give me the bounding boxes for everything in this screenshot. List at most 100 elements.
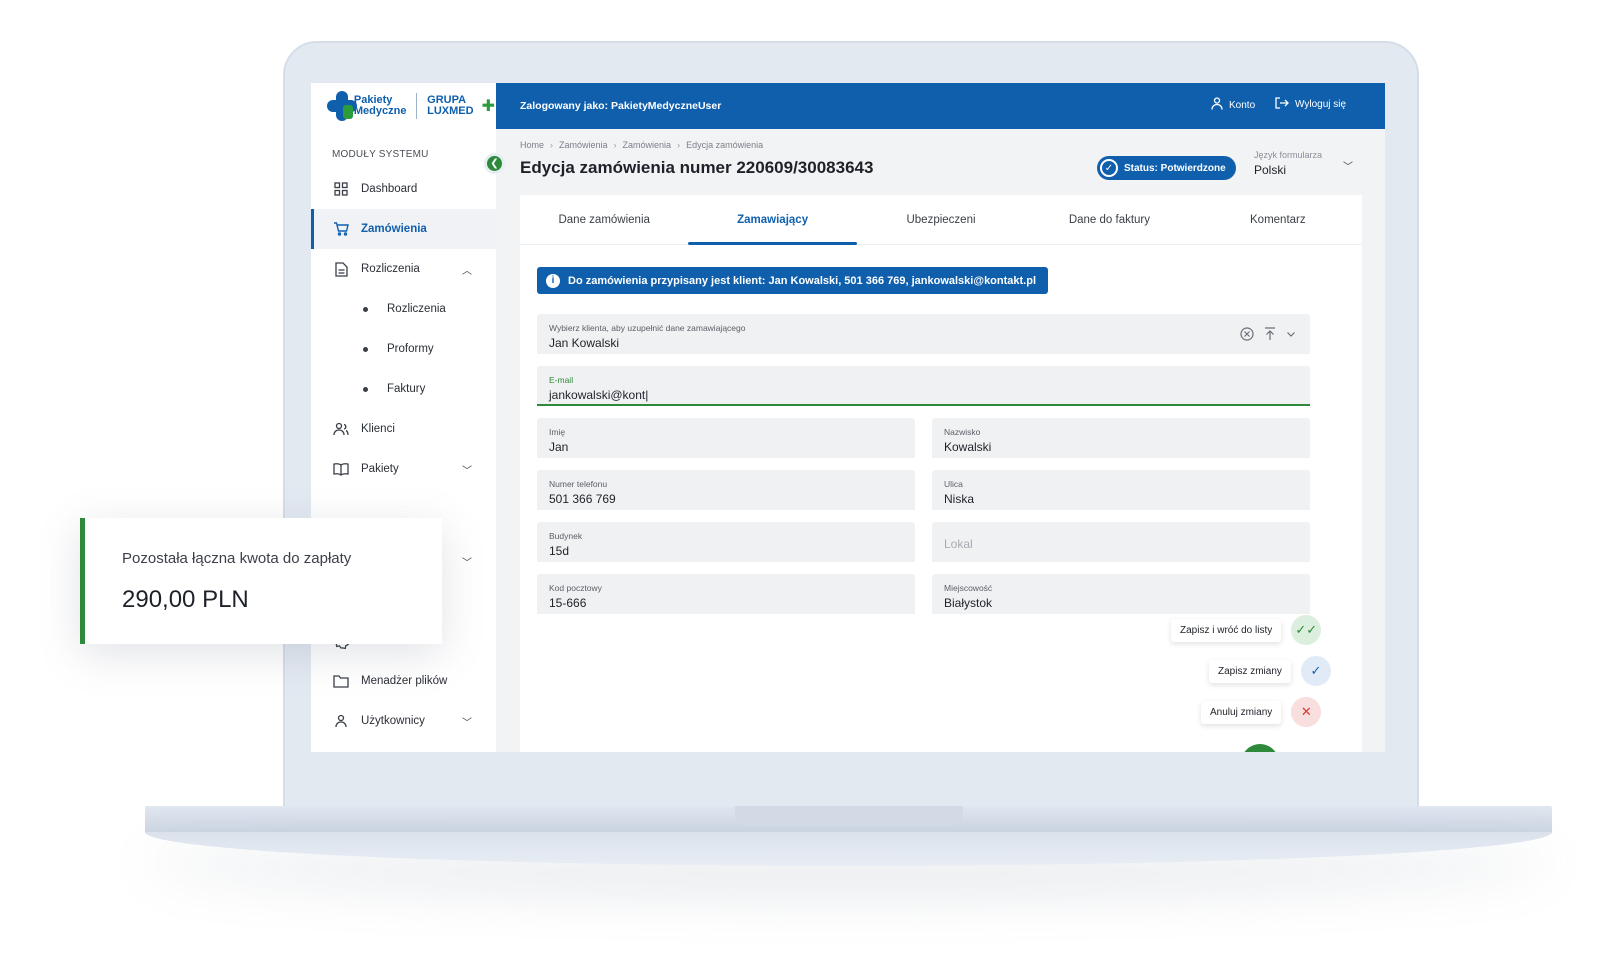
sidebar-subitem-settlements[interactable]: Rozliczenia	[311, 289, 496, 329]
form-language-select[interactable]: Polski	[1254, 163, 1286, 177]
phone-value: 501 366 769	[549, 492, 616, 506]
tab-comment[interactable]: Komentarz	[1194, 195, 1362, 244]
client-select[interactable]: Wybierz klienta, aby uzupełnić dane zama…	[537, 314, 1310, 354]
close-icon[interactable]: ✕	[1291, 697, 1322, 727]
account-link[interactable]: Konto	[1211, 97, 1255, 113]
client-select-label: Wybierz klienta, aby uzupełnić dane zama…	[549, 323, 746, 333]
clear-icon[interactable]	[1240, 327, 1254, 344]
user-icon	[1211, 97, 1223, 113]
save-and-return-action[interactable]: Zapisz i wróć do listy ✓✓	[1171, 615, 1322, 645]
sidebar-item-orders[interactable]: Zamówienia	[311, 209, 496, 249]
last-name-field[interactable]: Nazwisko Kowalski	[932, 418, 1310, 458]
laptop-base-curve	[145, 832, 1552, 866]
email-value: jankowalski@kont|	[549, 388, 649, 402]
sidebar-item-clients[interactable]: Klienci	[311, 409, 496, 449]
sidebar-item-label: Rozliczenia	[361, 263, 420, 275]
apartment-field[interactable]: Lokal	[932, 522, 1310, 562]
city-field[interactable]: Miejscowość Białystok	[932, 574, 1310, 614]
breadcrumb-item[interactable]: Zamówienia	[623, 140, 672, 150]
top-bar: Zalogowany jako: PakietyMedyczneUser Kon…	[496, 83, 1385, 129]
upload-icon[interactable]	[1264, 327, 1276, 344]
status-label: Status: Potwierdzone	[1124, 162, 1226, 174]
save-changes-label[interactable]: Zapisz zmiany	[1209, 659, 1291, 683]
sidebar-item-users[interactable]: Użytkownicy ﹀	[311, 701, 496, 741]
postal-code-value: 15-666	[549, 596, 587, 610]
first-name-label: Imię	[549, 427, 566, 437]
plus-icon: ✚	[481, 98, 495, 115]
double-check-icon[interactable]: ✓✓	[1291, 615, 1322, 645]
sidebar-item-label: Dashboard	[361, 183, 418, 195]
street-field[interactable]: Ulica Niska	[932, 470, 1310, 510]
chevron-down-icon[interactable]: ﹀	[462, 462, 472, 477]
chevron-right-icon: ›	[550, 140, 554, 150]
building-field[interactable]: Budynek 15d	[537, 522, 915, 562]
sidebar-item-settlements[interactable]: Rozliczenia ︿	[311, 249, 496, 289]
cart-icon	[332, 220, 350, 238]
grid-icon	[332, 180, 350, 198]
breadcrumb: Home › Zamówienia › Zamówienia › Edycja …	[520, 140, 763, 150]
postal-code-field[interactable]: Kod pocztowy 15-666	[537, 574, 915, 614]
sidebar-item-label: Zamówienia	[361, 223, 427, 235]
logo-line-2: Medyczne	[353, 105, 407, 117]
sidebar-subitem-invoices[interactable]: Faktury	[311, 369, 496, 409]
chevron-down-icon[interactable]: ﹀	[1343, 158, 1353, 173]
chevron-down-icon[interactable]: ﹀	[462, 714, 472, 729]
sidebar-subitem-label: Faktury	[387, 383, 426, 395]
cancel-changes-action[interactable]: Anuluj zmiany ✕	[1201, 697, 1322, 727]
first-name-field[interactable]: Imię Jan	[537, 418, 915, 458]
client-select-value: Jan Kowalski	[549, 336, 620, 350]
breadcrumb-item[interactable]: Zamówienia	[559, 140, 608, 150]
tab-insured[interactable]: Ubezpieczeni	[857, 195, 1025, 244]
chevron-down-icon[interactable]: ﹀	[462, 554, 472, 569]
collapse-sidebar-button[interactable]: ❮	[484, 153, 505, 174]
logo-divider	[416, 93, 418, 119]
tab-orderer[interactable]: Zamawiający	[688, 195, 858, 245]
sidebar-item-file-manager[interactable]: Menadżer plików	[311, 661, 496, 701]
breadcrumb-item: Edycja zamówienia	[686, 140, 764, 150]
chevron-up-icon[interactable]: ︿	[462, 262, 472, 277]
sidebar-item-dashboard[interactable]: Dashboard	[311, 169, 496, 209]
tab-bar: Dane zamówienia Zamawiający Ubezpieczeni…	[520, 195, 1362, 245]
street-value: Niska	[944, 492, 975, 506]
phone-field[interactable]: Numer telefonu 501 366 769	[537, 470, 915, 510]
user-icon	[332, 712, 350, 730]
city-label: Miejscowość	[944, 583, 993, 593]
sidebar-subitem-label: Proformy	[387, 343, 434, 355]
last-name-value: Kowalski	[944, 440, 992, 454]
building-label: Budynek	[549, 531, 583, 541]
email-label: E-mail	[549, 375, 574, 385]
partner-logo: GRUPA LUXMED	[427, 95, 473, 117]
remaining-amount-value: 290,00 PLN	[122, 586, 249, 613]
chevron-right-icon: ›	[677, 140, 681, 150]
logo[interactable]: Pakiety Medyczne GRUPA LUXMED ✚	[325, 85, 495, 127]
breadcrumb-item[interactable]: Home	[520, 140, 544, 150]
sidebar-subitem-proformas[interactable]: Proformy	[311, 329, 496, 369]
logo-text: Pakiety Medyczne	[354, 95, 407, 117]
page-title: Edycja zamówienia numer 220609/30083643	[520, 158, 874, 177]
tab-invoice-data[interactable]: Dane do faktury	[1025, 195, 1193, 244]
building-value: 15d	[549, 544, 570, 558]
save-and-return-label[interactable]: Zapisz i wróć do listy	[1171, 618, 1282, 642]
save-changes-action[interactable]: Zapisz zmiany ✓	[1209, 656, 1331, 686]
sidebar: Pakiety Medyczne GRUPA LUXMED ✚ MODUŁY S…	[311, 83, 496, 752]
bullet-icon	[363, 306, 368, 312]
tab-order-data[interactable]: Dane zamówienia	[520, 195, 688, 244]
check-circle-icon: ✓	[1100, 159, 1118, 177]
sidebar-item-packages[interactable]: Pakiety ﹀	[311, 449, 496, 489]
phone-label: Numer telefonu	[549, 479, 608, 489]
chevron-left-icon: ❮	[490, 158, 499, 169]
users-icon	[332, 420, 350, 438]
bullet-icon	[363, 346, 368, 352]
check-icon[interactable]: ✓	[1300, 656, 1331, 686]
book-icon	[332, 460, 350, 478]
laptop-notch	[735, 806, 963, 826]
chevron-down-icon[interactable]	[1286, 327, 1296, 344]
client-select-tools	[1240, 327, 1296, 344]
email-field[interactable]: E-mail jankowalski@kont|	[537, 366, 1310, 406]
street-label: Ulica	[944, 479, 963, 489]
logout-link[interactable]: Wyloguj się	[1275, 97, 1346, 112]
stage: Pakiety Medyczne GRUPA LUXMED ✚ MODUŁY S…	[0, 0, 1616, 977]
sidebar-subitem-label: Rozliczenia	[387, 303, 446, 315]
cancel-changes-label[interactable]: Anuluj zmiany	[1201, 700, 1282, 724]
postal-code-label: Kod pocztowy	[549, 583, 602, 593]
